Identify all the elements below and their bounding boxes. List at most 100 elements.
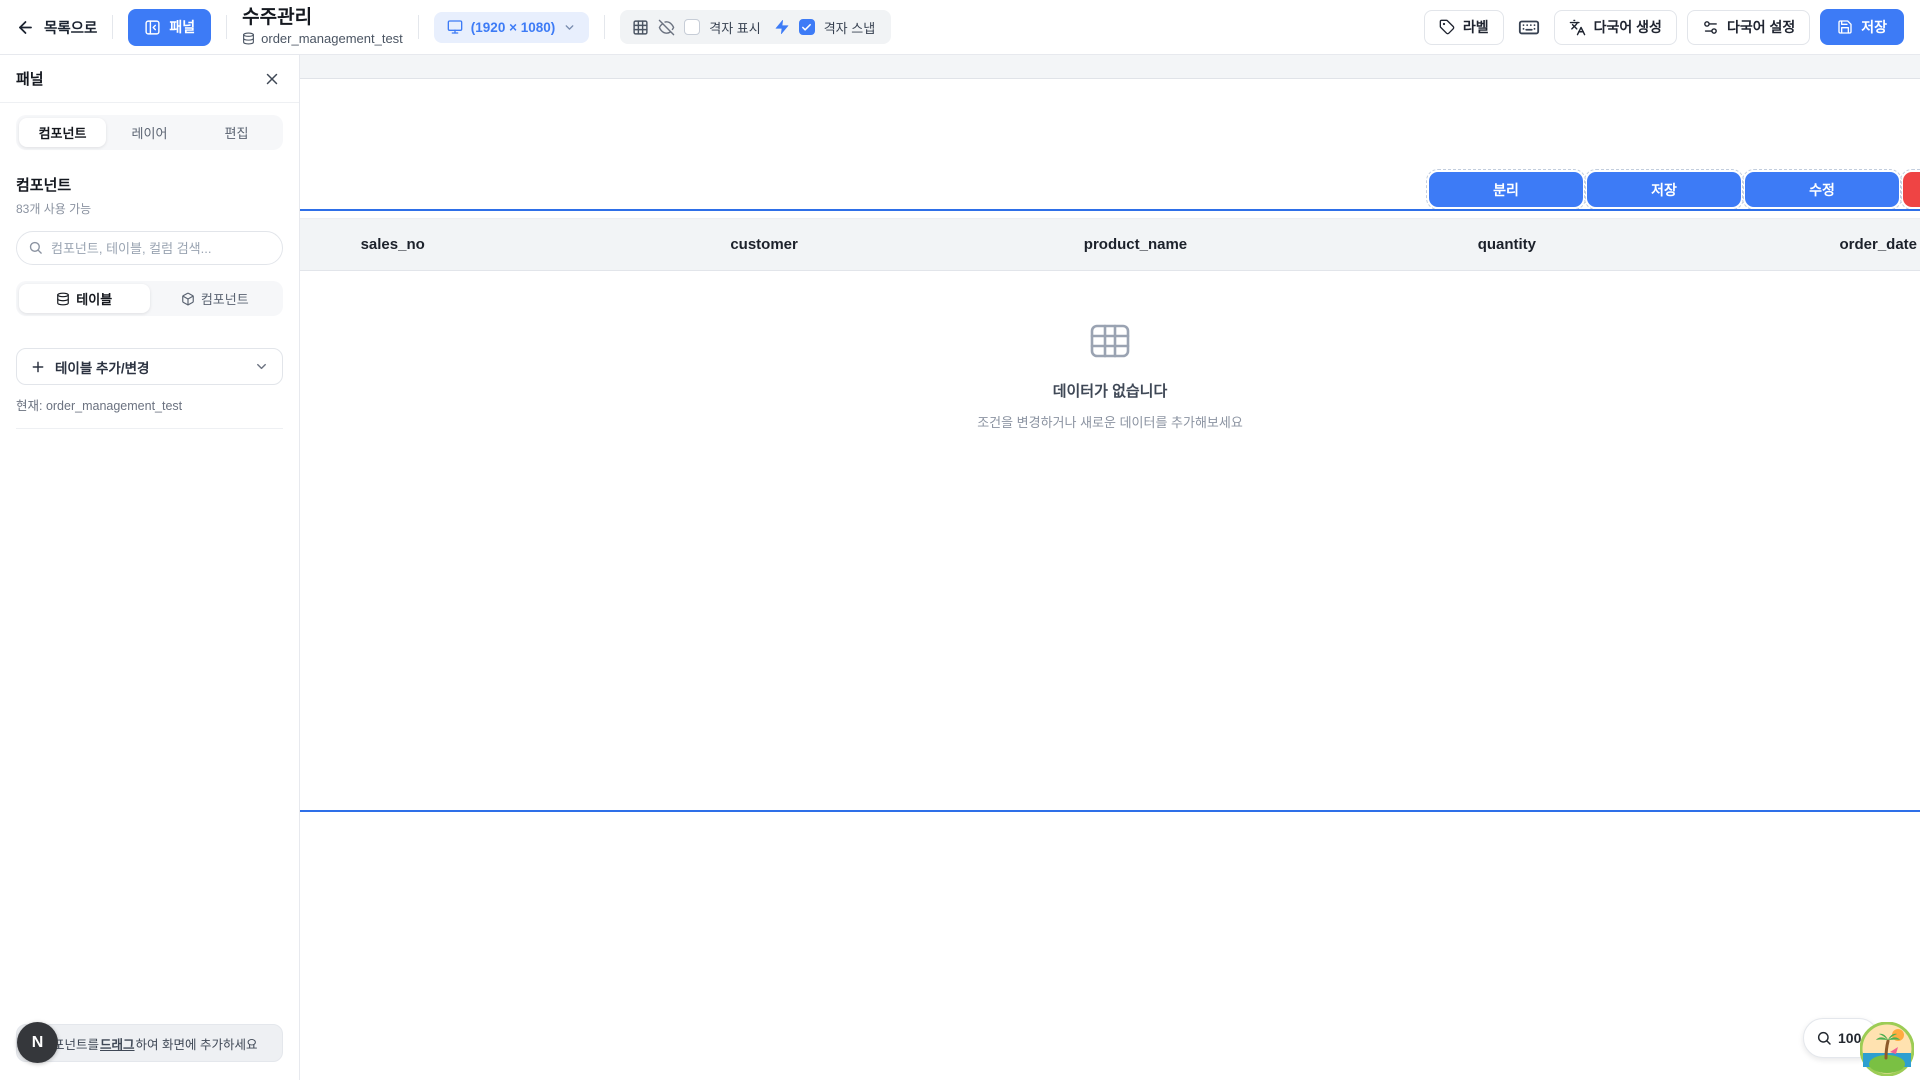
user-cursor-badge: N bbox=[17, 1022, 58, 1063]
toolbar-divider bbox=[226, 15, 227, 39]
translate-icon bbox=[1569, 19, 1586, 36]
separate-button[interactable]: 분리 bbox=[1429, 172, 1583, 207]
label-button-label: 라벨 bbox=[1463, 17, 1489, 37]
components-count: 83개 사용 가능 bbox=[16, 200, 283, 217]
back-to-list-label: 목록으로 bbox=[44, 17, 97, 38]
package-icon bbox=[181, 292, 195, 306]
grid-show-checkbox[interactable] bbox=[684, 19, 700, 35]
tab-components[interactable]: 컴포넌트 bbox=[19, 118, 106, 147]
sidebar-tab-bar: 컴포넌트 레이어 편집 bbox=[16, 115, 283, 150]
label-button[interactable]: 라벨 bbox=[1424, 10, 1504, 45]
close-icon bbox=[263, 70, 281, 88]
table-empty-state: 데이터가 없습니다 조건을 변경하거나 새로운 데이터를 추가해보세요 bbox=[300, 319, 1920, 431]
table-column-header[interactable]: product_name bbox=[950, 236, 1321, 253]
lightning-icon bbox=[774, 19, 790, 35]
component-search bbox=[16, 231, 283, 265]
sidebar-body: 컴포넌트 레이어 편집 컴포넌트 83개 사용 가능 테이블 컴포넌트 테이블 … bbox=[0, 103, 299, 429]
dataset-indicator: order_management_test bbox=[242, 31, 403, 46]
table-column-header[interactable]: customer bbox=[578, 236, 949, 253]
database-icon bbox=[242, 32, 255, 45]
source-tab-bar: 테이블 컴포넌트 bbox=[16, 281, 283, 316]
keyboard-icon bbox=[1518, 16, 1540, 38]
current-table-label: 현재: order_management_test bbox=[16, 395, 283, 414]
sidebar-divider bbox=[16, 428, 283, 429]
multilang-generate-button[interactable]: 다국어 생성 bbox=[1554, 10, 1677, 45]
table-header-row[interactable]: sales_no customer product_name quantity … bbox=[207, 218, 1920, 271]
top-toolbar: 목록으로 패널 수주관리 order_management_test (1920… bbox=[0, 0, 1920, 55]
grid-options-group: 격자 표시 격자 스냅 bbox=[620, 10, 891, 44]
panel-sidebar: 패널 컴포넌트 레이어 편집 컴포넌트 83개 사용 가능 테이블 컴포넌트 bbox=[0, 55, 300, 1080]
empty-table-icon bbox=[1088, 319, 1132, 363]
grid-snap-label: 격자 스냅 bbox=[824, 18, 875, 37]
save-button-label: 저장 bbox=[1861, 17, 1887, 37]
user-cursor-letter: N bbox=[32, 1034, 44, 1052]
add-table-label: 테이블 추가/변경 bbox=[55, 357, 149, 377]
panel-left-icon bbox=[144, 19, 161, 36]
edit-row-button-label: 수정 bbox=[1809, 180, 1835, 200]
empty-state-subtitle: 조건을 변경하거나 새로운 데이터를 추가해보세요 bbox=[300, 412, 1920, 431]
multilang-generate-label: 다국어 생성 bbox=[1594, 17, 1662, 37]
multilang-settings-button[interactable]: 다국어 설정 bbox=[1687, 10, 1810, 45]
tab-layers-label: 레이어 bbox=[132, 123, 168, 142]
database-icon bbox=[56, 292, 70, 306]
sidebar-title: 패널 bbox=[16, 68, 44, 89]
close-panel-button[interactable] bbox=[261, 68, 283, 90]
sliders-icon bbox=[1702, 19, 1719, 36]
screen-size-value: (1920 × 1080) bbox=[471, 20, 555, 35]
chevron-down-icon bbox=[254, 359, 269, 374]
save-row-button[interactable]: 저장 bbox=[1587, 172, 1741, 207]
save-row-button-label: 저장 bbox=[1651, 180, 1677, 200]
tab-components-label: 컴포넌트 bbox=[39, 123, 87, 142]
tab-edit[interactable]: 편집 bbox=[193, 118, 280, 147]
save-icon bbox=[1837, 19, 1853, 35]
toolbar-divider bbox=[112, 15, 113, 39]
panel-toggle-label: 패널 bbox=[169, 17, 195, 37]
tab-layers[interactable]: 레이어 bbox=[106, 118, 193, 147]
drag-hint-suffix: 하여 화면에 추가하세요 bbox=[136, 1034, 258, 1053]
edit-row-button[interactable]: 수정 bbox=[1745, 172, 1899, 207]
arrow-left-icon bbox=[16, 18, 35, 37]
toolbar-divider bbox=[418, 15, 419, 39]
multilang-settings-label: 다국어 설정 bbox=[1727, 17, 1795, 37]
page-title-block: 수주관리 order_management_test bbox=[242, 8, 403, 47]
grid-icon bbox=[632, 19, 649, 36]
sidebar-header: 패널 bbox=[0, 55, 299, 103]
check-icon bbox=[801, 22, 812, 33]
plus-icon bbox=[30, 359, 46, 375]
action-button-row: 분리 저장 수정 bbox=[1429, 172, 1920, 207]
add-table-dropdown[interactable]: 테이블 추가/변경 bbox=[16, 348, 283, 385]
magnifier-icon bbox=[1816, 1030, 1832, 1046]
island-icon[interactable] bbox=[1860, 1022, 1914, 1076]
monitor-icon bbox=[447, 19, 463, 35]
panel-toggle-button[interactable]: 패널 bbox=[128, 9, 211, 46]
zoom-value: 100 bbox=[1838, 1030, 1861, 1046]
table-column-header[interactable]: quantity bbox=[1321, 236, 1692, 253]
source-tab-components-label: 컴포넌트 bbox=[201, 289, 249, 308]
tag-icon bbox=[1439, 19, 1455, 35]
components-section-header: 컴포넌트 83개 사용 가능 bbox=[16, 174, 283, 217]
page-title: 수주관리 bbox=[242, 8, 403, 29]
tab-edit-label: 편집 bbox=[225, 123, 249, 142]
chevron-down-icon bbox=[563, 21, 576, 34]
toolbar-divider bbox=[604, 15, 605, 39]
search-icon bbox=[28, 240, 43, 255]
dataset-name: order_management_test bbox=[261, 31, 403, 46]
source-tab-components[interactable]: 컴포넌트 bbox=[150, 284, 281, 313]
components-heading: 컴포넌트 bbox=[16, 174, 283, 195]
save-button[interactable]: 저장 bbox=[1820, 9, 1904, 45]
separate-button-label: 분리 bbox=[1493, 180, 1519, 200]
search-input[interactable] bbox=[16, 231, 283, 265]
keyboard-shortcuts-button[interactable] bbox=[1514, 16, 1544, 38]
table-column-header[interactable]: order_date bbox=[1693, 236, 1920, 253]
screen-size-selector[interactable]: (1920 × 1080) bbox=[434, 12, 589, 43]
toolbar-right-group: 라벨 다국어 생성 다국어 설정 저장 bbox=[1424, 9, 1904, 45]
eye-off-icon bbox=[658, 19, 675, 36]
source-tab-tables-label: 테이블 bbox=[76, 289, 112, 308]
empty-state-title: 데이터가 없습니다 bbox=[300, 380, 1920, 401]
back-to-list-button[interactable]: 목록으로 bbox=[16, 17, 97, 38]
danger-button[interactable] bbox=[1903, 172, 1920, 207]
grid-show-label: 격자 표시 bbox=[709, 18, 760, 37]
source-tab-tables[interactable]: 테이블 bbox=[19, 284, 150, 313]
grid-snap-checkbox[interactable] bbox=[799, 19, 815, 35]
drag-hint-bold: 드래그 bbox=[100, 1034, 135, 1053]
